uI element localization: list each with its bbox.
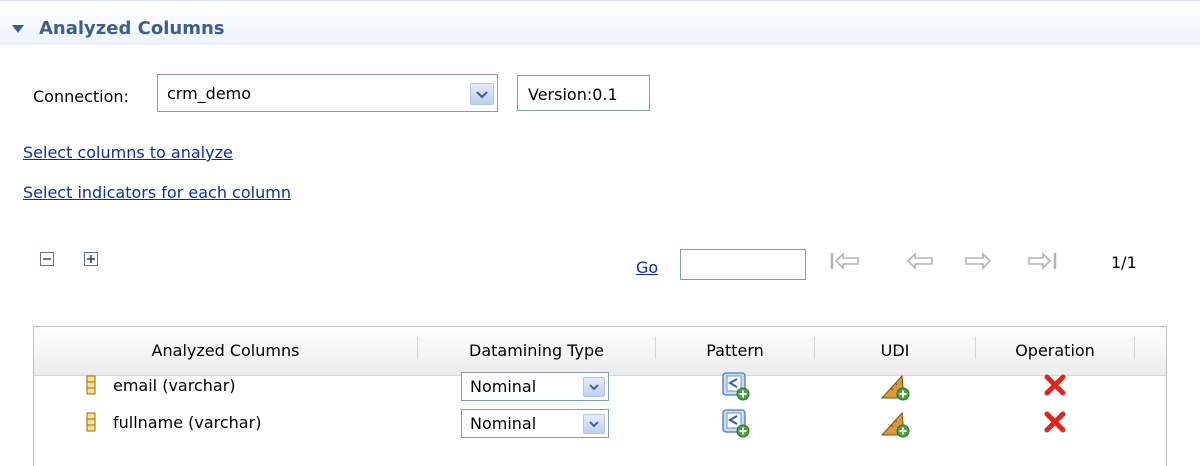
select-columns-link[interactable]: Select columns to analyze <box>23 143 233 162</box>
triangle-down-icon[interactable] <box>12 25 24 34</box>
column-name: fullname (varchar) <box>113 413 262 432</box>
header-pattern[interactable]: Pattern <box>656 341 814 360</box>
select-indicators-link[interactable]: Select indicators for each column <box>23 183 291 202</box>
table-row[interactable]: fullname (varchar) Nominal <box>34 409 1166 439</box>
version-field: Version:0.1 <box>517 75 650 111</box>
column-icon <box>86 375 96 395</box>
section-header[interactable]: Analyzed Columns <box>0 0 1200 45</box>
section-title: Analyzed Columns <box>39 18 225 39</box>
add-pattern-icon[interactable] <box>720 372 752 402</box>
header-operation[interactable]: Operation <box>976 341 1134 360</box>
go-link[interactable]: Go <box>636 258 658 277</box>
next-page-icon[interactable] <box>964 252 996 270</box>
datamining-type-select[interactable]: Nominal <box>461 372 609 401</box>
page-count: 1/1 <box>1111 253 1137 272</box>
delete-icon[interactable] <box>1044 411 1066 433</box>
datamining-type-dropdown-button[interactable] <box>583 377 605 397</box>
connection-label: Connection: <box>33 87 129 106</box>
table-header: Analyzed Columns Datamining Type Pattern… <box>34 327 1166 376</box>
connection-value: crm_demo <box>167 84 252 103</box>
collapse-all-icon[interactable] <box>40 252 54 266</box>
datamining-type-dropdown-button[interactable] <box>583 414 605 434</box>
page-number-input[interactable] <box>680 249 806 280</box>
column-name: email (varchar) <box>113 376 236 395</box>
table-row[interactable]: email (varchar) Nominal <box>34 372 1166 402</box>
last-page-icon[interactable] <box>1028 252 1060 270</box>
expand-all-icon[interactable] <box>84 252 98 266</box>
first-page-icon[interactable] <box>830 252 862 270</box>
header-datamining-type[interactable]: Datamining Type <box>418 341 655 360</box>
datamining-type-select[interactable]: Nominal <box>461 409 609 438</box>
chevron-down-icon <box>589 421 599 428</box>
chevron-down-icon <box>476 91 488 99</box>
previous-page-icon[interactable] <box>906 252 938 270</box>
datamining-type-value: Nominal <box>470 414 537 433</box>
add-pattern-icon[interactable] <box>720 409 752 439</box>
chevron-down-icon <box>589 384 599 391</box>
column-icon <box>86 412 96 432</box>
add-udi-icon[interactable] <box>880 409 912 439</box>
add-udi-icon[interactable] <box>880 372 912 402</box>
datamining-type-value: Nominal <box>470 377 537 396</box>
header-udi[interactable]: UDI <box>815 341 975 360</box>
connection-select[interactable]: crm_demo <box>157 74 498 112</box>
connection-dropdown-button[interactable] <box>470 83 494 105</box>
analyzed-columns-table: Analyzed Columns Datamining Type Pattern… <box>33 326 1167 466</box>
header-analyzed-columns[interactable]: Analyzed Columns <box>34 341 417 360</box>
delete-icon[interactable] <box>1044 374 1066 396</box>
